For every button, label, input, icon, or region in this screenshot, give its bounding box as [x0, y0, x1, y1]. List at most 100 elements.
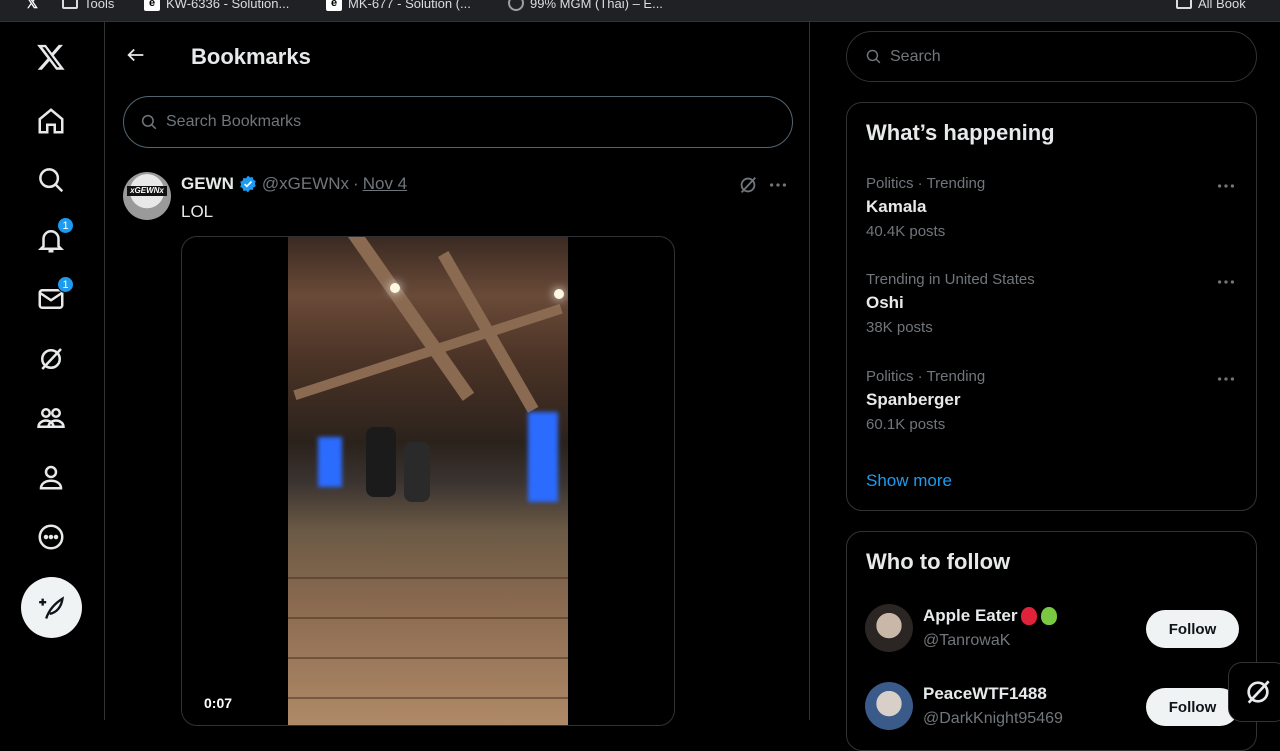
tweet-text: LOL [181, 202, 214, 221]
notifications-icon[interactable]: 1 [34, 217, 74, 257]
folder-icon [1176, 0, 1192, 9]
trend-item[interactable]: Trending in United States Oshi 38K posts [847, 271, 1256, 361]
separator: · [353, 174, 359, 193]
tweet[interactable]: xGEWNx GEWN @xGEWNx · Nov 4 LOL 0:07 [105, 162, 809, 726]
bookmark-x[interactable]: 𝕏 [24, 0, 40, 12]
communities-icon[interactable] [34, 401, 68, 435]
right-sidebar: What’s happening Politics · Trending Kam… [810, 22, 1280, 751]
follow-handle: @TanrowaK [923, 632, 1011, 649]
avatar[interactable] [865, 682, 913, 730]
ceiling-light [554, 289, 564, 299]
trend-more-button[interactable] [1215, 368, 1239, 388]
show-more-link[interactable]: Show more [866, 471, 952, 491]
more-icon[interactable] [34, 520, 68, 554]
trend-count: 60.1K posts [866, 416, 946, 433]
grok-floating-button[interactable] [1228, 662, 1280, 722]
messages-badge: 1 [57, 276, 74, 293]
red-apple-icon [1021, 607, 1038, 625]
search-box[interactable] [846, 31, 1257, 82]
follow-name: PeaceWTF1488 [923, 684, 1047, 703]
trend-more-button[interactable] [1215, 271, 1239, 291]
bookmark-mgm[interactable]: 99% MGM (Thai) – E... [508, 0, 663, 12]
search-icon [866, 49, 881, 64]
trend-count: 40.4K posts [866, 223, 946, 240]
bookmark-kw6336[interactable]: e KW-6336 - Solution... [144, 0, 289, 12]
trends-panel: What’s happening Politics · Trending Kam… [846, 102, 1257, 511]
video-frame[interactable] [288, 237, 568, 725]
follow-name: Apple Eater [923, 606, 1058, 626]
grok-icon [1247, 680, 1270, 704]
left-navigation: 1 1 [0, 22, 104, 720]
follow-button[interactable]: Follow [1146, 610, 1239, 648]
back-button[interactable] [123, 42, 149, 68]
follow-suggestion[interactable]: PeaceWTF1488 @DarkKnight95469 Follow [847, 682, 1256, 742]
who-to-follow-panel: Who to follow Apple Eater @TanrowaK Foll… [846, 531, 1257, 751]
messages-icon[interactable]: 1 [34, 276, 74, 316]
search-input[interactable] [890, 47, 1230, 66]
trend-item[interactable]: Politics · Trending Kamala 40.4K posts [847, 175, 1256, 265]
explore-icon[interactable] [34, 163, 68, 197]
bookmark-label: MK-677 - Solution (... [348, 0, 471, 11]
grok-button[interactable] [737, 174, 761, 198]
trend-meta: Politics · Trending [866, 175, 986, 192]
author-name[interactable]: GEWN [181, 174, 234, 194]
neon-light [528, 412, 558, 502]
folder-icon [62, 0, 78, 9]
trend-more-button[interactable] [1215, 175, 1239, 195]
bookmark-folder-tools[interactable]: Tools [62, 0, 114, 12]
trend-item[interactable]: Politics · Trending Spanberger 60.1K pos… [847, 368, 1256, 458]
avatar[interactable]: xGEWNx [123, 172, 171, 220]
bookmark-all-bookmarks[interactable]: All Book [1176, 0, 1246, 12]
floor-line [288, 697, 568, 699]
bookmarks-search[interactable] [123, 96, 793, 148]
tweet-date[interactable]: Nov 4 [363, 174, 407, 194]
notification-badge: 1 [57, 217, 74, 234]
e-favicon: e [144, 0, 160, 11]
bookmark-mk677[interactable]: e MK-677 - Solution (... [326, 0, 471, 12]
more-dots-icon [769, 183, 787, 187]
floor-line [288, 657, 568, 659]
person-figure [366, 427, 396, 497]
bookmark-label: Tools [84, 0, 115, 11]
author-handle[interactable]: @xGEWNx [262, 174, 349, 194]
arrow-left-icon [127, 48, 144, 62]
profile-icon[interactable] [34, 460, 68, 494]
x-logo[interactable] [34, 40, 68, 74]
tweet-more-button[interactable] [767, 174, 791, 198]
more-dots-icon [1217, 280, 1235, 284]
main-column: Bookmarks xGEWNx GEWN @xGEWNx · Nov 4 LO… [104, 22, 810, 726]
video-timestamp: 0:07 [204, 695, 233, 711]
floor-line [288, 577, 568, 579]
x-favicon: 𝕏 [25, 0, 39, 12]
follow-title: Who to follow [866, 549, 1011, 574]
floor-line [288, 617, 568, 619]
follow-handle: @DarkKnight95469 [923, 710, 1063, 727]
bookmark-label: All Book [1198, 0, 1246, 11]
globe-icon [508, 0, 524, 11]
neon-light [318, 437, 342, 487]
grok-icon [740, 177, 757, 193]
home-icon[interactable] [34, 104, 68, 138]
page-title: Bookmarks [191, 44, 311, 69]
bookmark-label: 99% MGM (Thai) – E... [530, 0, 663, 11]
follow-suggestion[interactable]: Apple Eater @TanrowaK Follow [847, 604, 1256, 664]
bookmark-label: KW-6336 - Solution... [166, 0, 290, 11]
follow-button[interactable]: Follow [1146, 688, 1239, 726]
bookmarks-search-input[interactable] [166, 113, 766, 131]
avatar-text: xGEWNx [127, 186, 167, 196]
trend-count: 38K posts [866, 319, 933, 336]
trend-meta: Politics · Trending [866, 368, 986, 385]
e-favicon: e [326, 0, 342, 11]
compose-post-button[interactable] [21, 577, 82, 638]
feather-plus-icon [38, 595, 64, 619]
avatar[interactable] [865, 604, 913, 652]
green-apple-icon [1041, 607, 1058, 625]
follow-name-text: Apple Eater [923, 606, 1018, 625]
video-player[interactable]: 0:07 [181, 236, 675, 726]
grok-icon[interactable] [34, 342, 68, 376]
browser-bookmarks-bar: 𝕏 Tools e KW-6336 - Solution... e MK-677… [0, 0, 1280, 22]
trend-name: Spanberger [866, 390, 961, 409]
verified-badge-icon [240, 175, 256, 193]
more-dots-icon [1217, 184, 1235, 188]
tweet-header: GEWN @xGEWNx · Nov 4 [181, 174, 407, 194]
